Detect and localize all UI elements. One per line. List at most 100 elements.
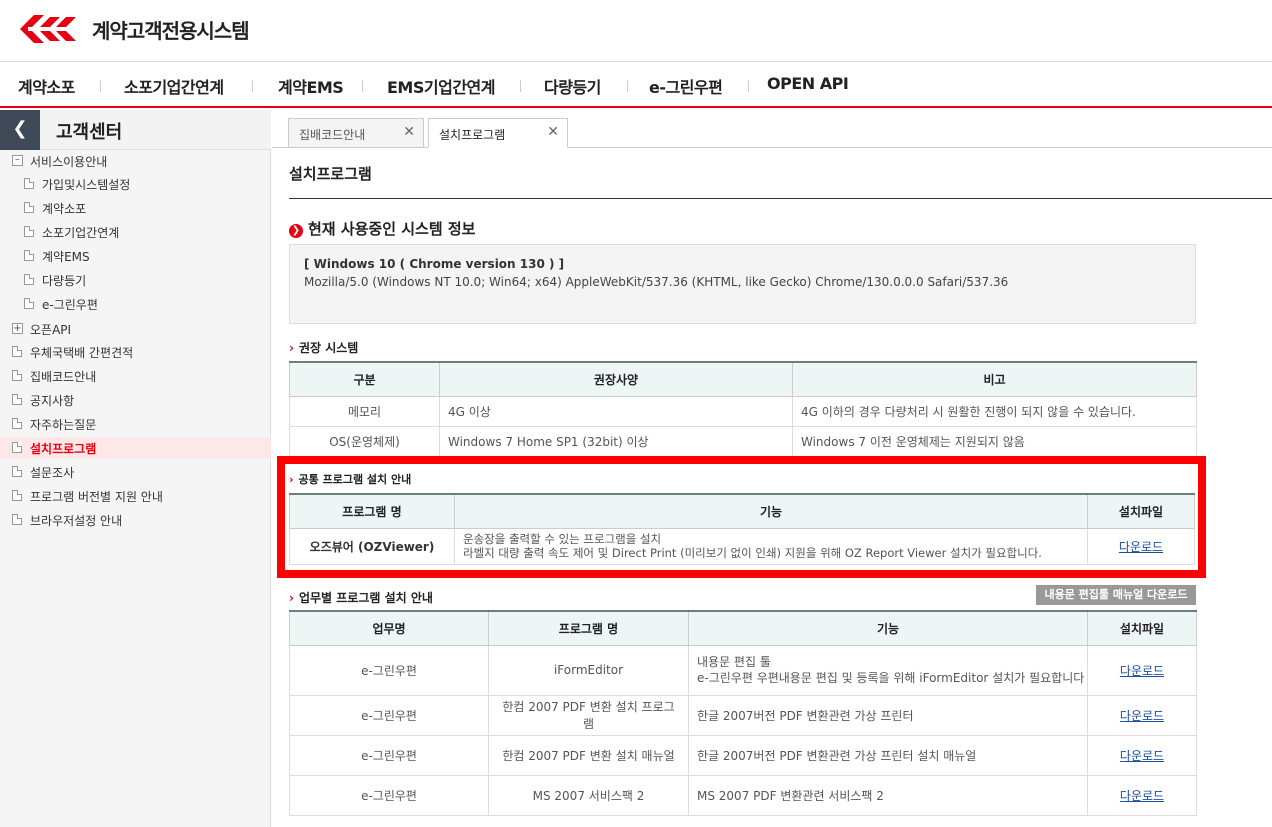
document-icon	[24, 202, 34, 213]
chevron-right-icon: ›	[289, 591, 294, 605]
nav-e-green-mail[interactable]: e-그린우편	[649, 74, 723, 98]
document-icon	[24, 178, 34, 189]
table-row: e-그린우편 한컴 2007 PDF 변환 설치 매뉴얼 한글 2007버전 P…	[289, 734, 1197, 776]
nav-contract-parcel[interactable]: 계약소포	[18, 74, 75, 98]
sidebar-item-signup-settings[interactable]: 가입및시스템설정	[0, 173, 271, 195]
document-icon	[24, 274, 34, 285]
sidebar-item-parcel-b2b[interactable]: 소포기업간연계	[0, 221, 271, 243]
sidebar-tree: – 서비스이용안내 가입및시스템설정 계약소포 소포기업간연계 계약EMS 다량…	[0, 150, 271, 827]
sidebar-item-e-green-mail[interactable]: e-그린우편	[0, 293, 271, 315]
task-program-table: 업무명 프로그램 명 기능 설치파일 e-그린우편 iFormEditor 내용…	[289, 610, 1197, 816]
table-cell: 4G 이하의 경우 다량처리 시 원활한 진행이 되지 않을 수 있습니다.	[792, 395, 1197, 427]
program-name: MS 2007 서비스팩 2	[488, 774, 689, 816]
table-header-row: 업무명 프로그램 명 기능 설치파일	[289, 610, 1197, 646]
system-info-box: [ Windows 10 ( Chrome version 130 ) ] Mo…	[289, 244, 1196, 324]
nav-parcel-b2b[interactable]: 소포기업간연계	[124, 74, 224, 98]
chevron-right-icon: ›	[289, 341, 294, 355]
divider	[289, 198, 1272, 199]
sidebar-item-contract-ems[interactable]: 계약EMS	[0, 245, 271, 267]
sidebar-item-notice[interactable]: 공지사항	[0, 389, 271, 411]
table-row: OS(운영체제) Windows 7 Home SP1 (32bit) 이상 W…	[289, 425, 1197, 457]
task-name: e-그린우편	[289, 694, 489, 736]
nav-separator	[252, 80, 253, 92]
column-header: 기능	[688, 610, 1088, 646]
task-name: e-그린우편	[289, 734, 489, 776]
sidebar-item-contract-parcel[interactable]: 계약소포	[0, 197, 271, 219]
site-title[interactable]: 계약고객전용시스템	[92, 15, 250, 44]
top-header: 계약고객전용시스템	[0, 0, 1272, 62]
sidebar-item-version-support[interactable]: 프로그램 버전별 지원 안내	[0, 485, 271, 507]
document-icon	[24, 226, 34, 237]
table-cell: 4G 이상	[439, 395, 793, 427]
download-link-hancom-pdf[interactable]: 다운로드	[1120, 709, 1164, 723]
table-cell: Windows 7 이전 운영체제는 지원되지 않음	[792, 425, 1197, 457]
program-name: iFormEditor	[488, 644, 689, 696]
plus-box-icon[interactable]: +	[12, 323, 23, 334]
document-icon	[12, 490, 22, 501]
column-header: 업무명	[289, 610, 489, 646]
download-link-hancom-manual[interactable]: 다운로드	[1120, 749, 1164, 763]
task-name: e-그린우편	[289, 774, 489, 816]
main-nav: 계약소포 소포기업간연계 계약EMS EMS기업간연계 다량등기 e-그린우편 …	[0, 62, 1272, 108]
program-description: MS 2007 PDF 변환관련 서비스팩 2	[688, 774, 1088, 816]
task-program-heading: › 업무별 프로그램 설치 안내	[289, 591, 433, 605]
editor-manual-download-button[interactable]: 내용문 편집툴 매뉴얼 다운로드	[1036, 585, 1196, 605]
nav-separator	[100, 80, 101, 92]
close-icon[interactable]: ✕	[547, 124, 559, 140]
nav-contract-ems[interactable]: 계약EMS	[278, 74, 344, 98]
nav-separator	[748, 80, 749, 92]
nav-open-api[interactable]: OPEN API	[767, 74, 849, 93]
document-icon	[12, 394, 22, 405]
system-user-agent: Mozilla/5.0 (Windows NT 10.0; Win64; x64…	[304, 275, 1009, 289]
document-icon	[24, 250, 34, 261]
chevron-left-icon[interactable]: ❮	[0, 110, 40, 150]
sidebar-item-delivery-code[interactable]: 집배코드안내	[0, 365, 271, 387]
sidebar-item-browser-settings[interactable]: 브라우저설정 안내	[0, 509, 271, 531]
task-name: e-그린우편	[289, 644, 489, 696]
document-icon	[12, 466, 22, 477]
table-header-row: 구분 권장사양 비고	[289, 361, 1197, 397]
program-description: 한글 2007버전 PDF 변환관련 가상 프린터	[688, 694, 1088, 736]
program-name: 한컴 2007 PDF 변환 설치 프로그램	[488, 694, 689, 736]
nav-ems-b2b[interactable]: EMS기업간연계	[387, 74, 495, 98]
table-row: e-그린우편 iFormEditor 내용문 편집 툴 e-그린우편 우편내용문…	[289, 644, 1197, 696]
tab-bar: 집배코드안내 ✕ 설치프로그램 ✕	[272, 110, 1272, 148]
download-link-iformeditor[interactable]: 다운로드	[1120, 664, 1164, 678]
recommended-heading: › 권장 시스템	[289, 341, 359, 355]
minus-box-icon[interactable]: –	[12, 155, 23, 166]
sidebar-item-faq[interactable]: 자주하는질문	[0, 413, 271, 435]
tab-install-programs[interactable]: 설치프로그램 ✕	[428, 118, 568, 148]
table-cell: Windows 7 Home SP1 (32bit) 이상	[439, 425, 793, 457]
column-header: 비고	[792, 361, 1197, 397]
program-description: 내용문 편집 툴 e-그린우편 우편내용문 편집 및 등록을 위해 iFormE…	[688, 644, 1088, 696]
download-link-ms-sp2[interactable]: 다운로드	[1120, 789, 1164, 803]
table-cell: 메모리	[289, 395, 440, 427]
document-icon	[12, 418, 22, 429]
sidebar-title: 고객센터	[56, 122, 123, 143]
tab-delivery-code[interactable]: 집배코드안내 ✕	[288, 118, 424, 148]
table-row: e-그린우편 한컴 2007 PDF 변환 설치 프로그램 한글 2007버전 …	[289, 694, 1197, 736]
sidebar-item-bulk-registered[interactable]: 다량등기	[0, 269, 271, 291]
nav-bulk-registered[interactable]: 다량등기	[544, 74, 601, 98]
korea-post-logo[interactable]	[20, 13, 76, 45]
highlight-box	[277, 456, 1206, 578]
recommended-table: 구분 권장사양 비고 메모리 4G 이상 4G 이하의 경우 다량처리 시 원활…	[289, 361, 1197, 457]
document-icon	[12, 346, 22, 357]
nav-separator	[362, 80, 363, 92]
table-row: e-그린우편 MS 2007 서비스팩 2 MS 2007 PDF 변환관련 서…	[289, 774, 1197, 816]
chevron-right-circle-icon: ❯	[289, 224, 303, 238]
nav-separator	[520, 80, 521, 92]
column-header: 구분	[289, 361, 440, 397]
sidebar-item-install-programs[interactable]: 설치프로그램	[0, 437, 271, 459]
sidebar-item-service-guide[interactable]: – 서비스이용안내	[0, 150, 271, 172]
sidebar-item-parcel-quote[interactable]: 우체국택배 간편견적	[0, 341, 271, 363]
page-title: 설치프로그램	[289, 165, 372, 183]
system-info-heading: ❯ 현재 사용중인 시스템 정보	[289, 218, 475, 239]
document-icon	[12, 514, 22, 525]
sidebar-item-open-api[interactable]: + 오픈API	[0, 318, 271, 340]
program-description: 한글 2007버전 PDF 변환관련 가상 프린터 설치 매뉴얼	[688, 734, 1088, 776]
document-icon	[12, 370, 22, 381]
close-icon[interactable]: ✕	[403, 124, 415, 140]
program-name: 한컴 2007 PDF 변환 설치 매뉴얼	[488, 734, 689, 776]
sidebar-item-survey[interactable]: 설문조사	[0, 461, 271, 483]
